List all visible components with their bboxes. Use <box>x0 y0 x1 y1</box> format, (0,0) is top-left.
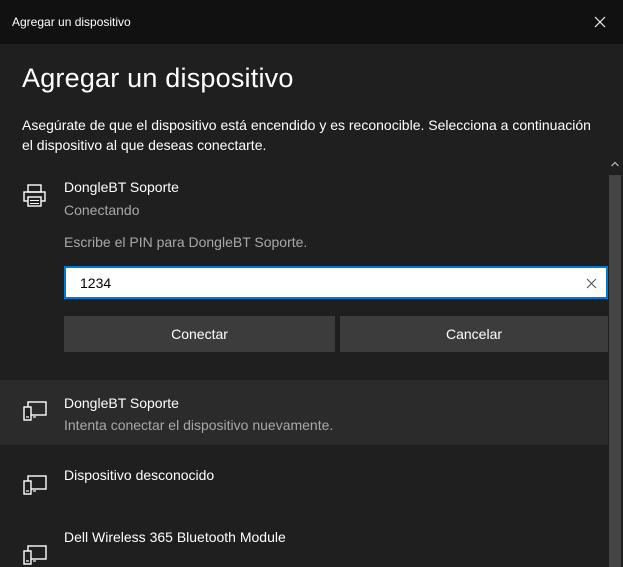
pin-input-value: 1234 <box>80 275 112 291</box>
title-bar: Agregar un dispositivo <box>0 0 623 44</box>
device-name: DongleBT Soporte <box>64 395 179 411</box>
device-icon <box>23 475 47 495</box>
pin-input[interactable]: 1234 <box>64 266 608 299</box>
add-device-window: Agregar un dispositivo Agregar un dispos… <box>0 0 623 567</box>
printer-icon <box>23 184 46 207</box>
intro-text: Asegúrate de que el dispositivo está enc… <box>22 117 591 153</box>
scrollbar-thumb[interactable] <box>609 175 621 567</box>
device-item-connecting[interactable]: DongleBT Soporte Conectando Escribe el P… <box>0 165 608 375</box>
device-name: DongleBT Soporte <box>64 179 179 195</box>
pin-prompt: Escribe el PIN para DongleBT Soporte. <box>64 234 308 250</box>
close-icon <box>594 16 606 28</box>
device-icon <box>23 545 47 565</box>
device-item-dell-wireless[interactable]: Dell Wireless 365 Bluetooth Module <box>0 515 608 567</box>
scrollbar[interactable] <box>607 155 623 567</box>
device-status: Conectando <box>64 202 140 218</box>
close-icon <box>586 278 596 288</box>
chevron-up-icon <box>611 161 619 167</box>
clear-input-button[interactable] <box>582 274 600 292</box>
device-item-retry[interactable]: DongleBT Soporte Intenta conectar el dis… <box>0 380 608 445</box>
scroll-up-button[interactable] <box>610 159 620 169</box>
connect-button[interactable]: Conectar <box>64 316 335 352</box>
window-title: Agregar un dispositivo <box>12 15 131 29</box>
device-name: Dispositivo desconocido <box>64 467 215 483</box>
device-list: DongleBT Soporte Conectando Escribe el P… <box>0 165 608 567</box>
device-icon <box>23 401 47 421</box>
device-name: Dell Wireless 365 Bluetooth Module <box>64 529 286 545</box>
page-title: Agregar un dispositivo <box>22 63 294 93</box>
cancel-button[interactable]: Cancelar <box>340 316 608 352</box>
close-button[interactable] <box>577 0 623 44</box>
device-status: Intenta conectar el dispositivo nuevamen… <box>64 417 334 433</box>
device-item-unknown[interactable]: Dispositivo desconocido <box>0 445 608 515</box>
